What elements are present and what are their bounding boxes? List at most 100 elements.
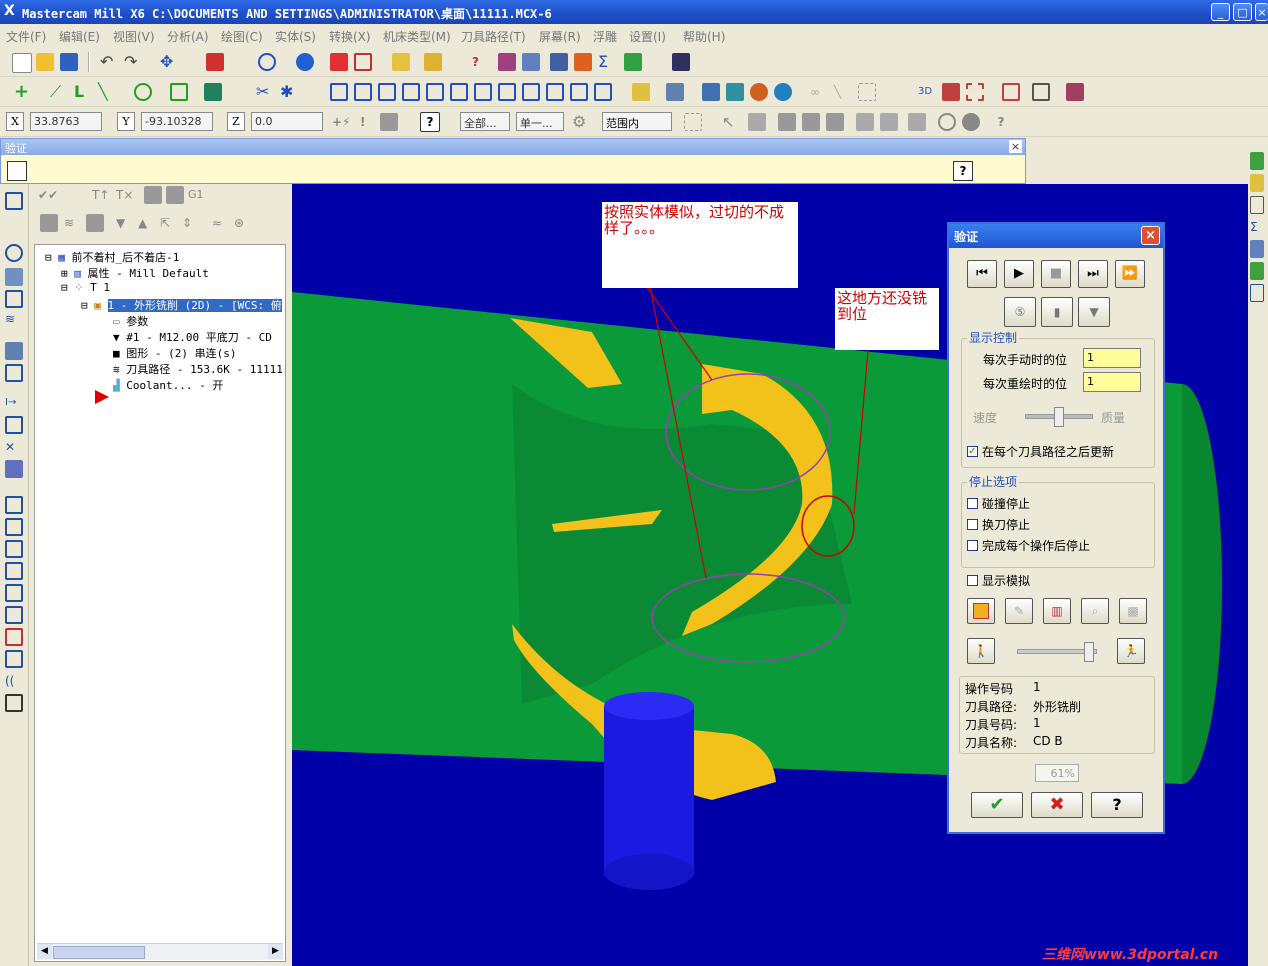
- cancel-button[interactable]: ✖: [1031, 792, 1083, 818]
- select-solid-icon-4[interactable]: [826, 113, 844, 131]
- tree-item-coolant[interactable]: ▟ Coolant... - 开: [113, 377, 223, 393]
- mesh-icon[interactable]: [1032, 83, 1050, 101]
- sim-speed-thumb[interactable]: [1084, 642, 1094, 662]
- shade-icon[interactable]: [296, 53, 314, 71]
- sphere-icon[interactable]: [258, 53, 276, 71]
- side-tool-icon-16[interactable]: [5, 584, 23, 602]
- grid-snap-icon[interactable]: [380, 113, 398, 131]
- wave-icon[interactable]: ≋: [64, 214, 82, 232]
- xform-align-icon[interactable]: [594, 83, 612, 101]
- sim-option-button-5[interactable]: ▩: [1119, 598, 1147, 624]
- right-tool-icon-4[interactable]: Σ: [1250, 218, 1264, 236]
- open-file-icon[interactable]: [36, 53, 54, 71]
- show-sim-checkbox[interactable]: [967, 575, 978, 586]
- slow-button[interactable]: 🚶: [967, 638, 995, 664]
- select-solid-icon-7[interactable]: [908, 113, 926, 131]
- verify-ribbon-close-icon[interactable]: ×: [1009, 140, 1022, 153]
- side-tool-icon-4[interactable]: [5, 290, 23, 308]
- x-coord-field[interactable]: 33.8763: [30, 112, 102, 131]
- gear-icon[interactable]: ⚙: [572, 113, 590, 131]
- select-solid-icon-3[interactable]: [802, 113, 820, 131]
- cube-view-icon[interactable]: [206, 53, 224, 71]
- gview-icon[interactable]: [632, 83, 650, 101]
- menu-file[interactable]: 文件(F): [6, 28, 46, 45]
- menu-view[interactable]: 视图(V): [113, 28, 155, 45]
- side-tool-icon-12[interactable]: [5, 496, 23, 514]
- stop-collision-checkbox[interactable]: [967, 498, 978, 509]
- fast-forward-button[interactable]: ⏩: [1115, 260, 1145, 288]
- right-tool-icon-1[interactable]: [1250, 152, 1264, 170]
- cplane-icon[interactable]: [666, 83, 684, 101]
- tree-item-toolpath[interactable]: ≋ 刀具路径 - 153.6K - 11111: [113, 361, 283, 377]
- y-coord-field[interactable]: -93.10328: [141, 112, 213, 131]
- trim-icon[interactable]: ✂: [256, 83, 274, 101]
- insert-arrow-icon[interactable]: ⇱: [160, 214, 178, 232]
- menu-analyze[interactable]: 分析(A): [167, 28, 209, 45]
- menu-toolpaths[interactable]: 刀具路径(T): [461, 28, 526, 45]
- wire-solid-icon[interactable]: [354, 53, 372, 71]
- post-icon[interactable]: [574, 53, 592, 71]
- tree-hscrollbar[interactable]: ◀ ▶: [37, 943, 283, 960]
- rectangle-icon[interactable]: [170, 83, 188, 101]
- select-single-field[interactable]: 单一...: [516, 112, 564, 131]
- fillet-icon[interactable]: [204, 83, 222, 101]
- select-solid-icon-6[interactable]: [880, 113, 898, 131]
- right-tool-icon-2[interactable]: [1250, 174, 1264, 192]
- xform-project-icon[interactable]: [570, 83, 588, 101]
- mode-button-3[interactable]: ▼: [1078, 297, 1110, 327]
- line-icon[interactable]: L: [74, 83, 92, 101]
- cursor-icon[interactable]: ↖: [722, 113, 740, 131]
- solid-torus-icon[interactable]: [750, 83, 768, 101]
- xform-mirror-icon[interactable]: [354, 83, 372, 101]
- fastpoint-icon[interactable]: +⚡: [332, 113, 350, 131]
- manual-step-input[interactable]: 1: [1083, 348, 1141, 368]
- xform-rotate-icon[interactable]: [378, 83, 396, 101]
- side-tool-icon-13[interactable]: [5, 518, 23, 536]
- menu-machine-type[interactable]: 机床类型(M): [383, 28, 451, 45]
- menu-solids[interactable]: 实体(S): [275, 28, 316, 45]
- circle-icon[interactable]: [134, 83, 152, 101]
- line-endpoint-icon[interactable]: ⟋: [50, 83, 68, 101]
- save-icon[interactable]: [60, 53, 78, 71]
- sim-option-button-3[interactable]: ▥: [1043, 598, 1071, 624]
- break-icon[interactable]: ✱: [280, 83, 298, 101]
- tangent-line-icon[interactable]: ╲: [98, 83, 116, 101]
- tree-root-item[interactable]: ⊟ ▦ 前不着村_后不着店-1: [45, 249, 179, 265]
- tree-item-group[interactable]: ⊟ ⁘ T 1: [61, 281, 110, 294]
- menu-help[interactable]: 帮助(H): [683, 28, 725, 45]
- backplot-icon[interactable]: [522, 53, 540, 71]
- close-button[interactable]: ×: [1255, 3, 1268, 21]
- ops-icon[interactable]: [624, 53, 642, 71]
- xform-scale-icon[interactable]: [402, 83, 420, 101]
- xform-array-icon[interactable]: [450, 83, 468, 101]
- verify-icon[interactable]: [550, 53, 568, 71]
- side-tool-icon-17[interactable]: [5, 606, 23, 624]
- side-tool-icon-8[interactable]: I→: [5, 394, 23, 412]
- right-tool-icon-5[interactable]: [1250, 240, 1264, 258]
- xform-drag-icon[interactable]: [546, 83, 564, 101]
- select-solid-icon-2[interactable]: [778, 113, 796, 131]
- sim-option-button-2[interactable]: ✎: [1005, 598, 1033, 624]
- redraw-step-input[interactable]: 1: [1083, 372, 1141, 392]
- update-after-each-checkbox[interactable]: ✓: [967, 446, 978, 457]
- right-tool-icon-6[interactable]: [1250, 262, 1264, 280]
- speed-slider-thumb[interactable]: [1054, 407, 1064, 427]
- stop-toolchange-checkbox[interactable]: [967, 519, 978, 530]
- drafting-icon[interactable]: 3D: [918, 83, 936, 101]
- hatch-icon[interactable]: [966, 83, 984, 101]
- curve-icon[interactable]: ╲: [834, 83, 852, 101]
- play-button[interactable]: ▶: [1004, 260, 1034, 288]
- menu-edit[interactable]: 编辑(E): [59, 28, 100, 45]
- mode-button-2[interactable]: ▮: [1041, 297, 1073, 327]
- help-icon-2[interactable]: ?: [992, 113, 1010, 131]
- side-tool-icon-2[interactable]: [5, 244, 23, 262]
- tree-item-params[interactable]: ▭ 参数: [113, 313, 148, 329]
- speed-quality-slider[interactable]: [1025, 407, 1093, 427]
- scroll-thumb[interactable]: [53, 946, 145, 959]
- verify-op-icon[interactable]: [166, 186, 184, 204]
- ruler-icon[interactable]: [392, 53, 410, 71]
- grid-icon[interactable]: [1002, 83, 1020, 101]
- select-solid-icon-5[interactable]: [856, 113, 874, 131]
- analyze-icon[interactable]: [424, 53, 442, 71]
- stop-button[interactable]: ■: [1041, 260, 1071, 288]
